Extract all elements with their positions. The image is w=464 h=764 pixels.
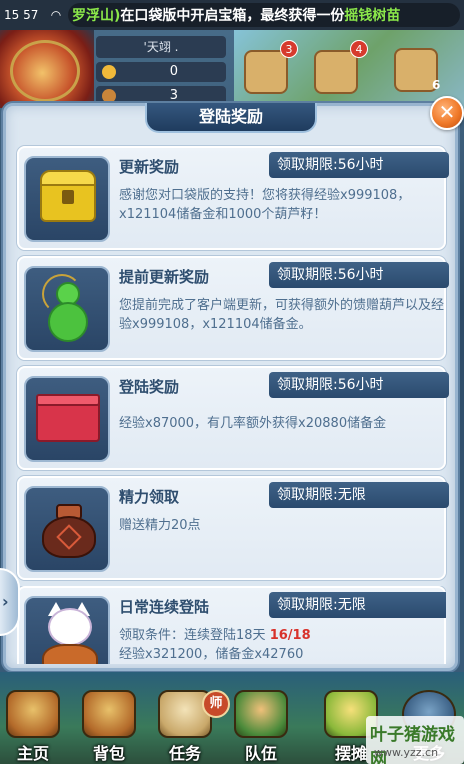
hero-portrait[interactable]: [0, 30, 94, 108]
lucky-cat-icon: [24, 596, 110, 664]
gold-chest-icon: [24, 156, 110, 242]
reward-card-early-update[interactable]: 提前更新奖励 领取期限:56小时 您提前完成了客户端更新，可获得额外的馈赠葫芦以…: [17, 256, 449, 360]
reward-description: 经验x87000，有几率额外获得x20880储备金: [119, 416, 387, 431]
site-watermark: 叶子猪游戏网 www.yzz.cn: [366, 716, 464, 764]
coin-icon: [102, 65, 116, 79]
side-expand-handle[interactable]: ›: [0, 568, 20, 636]
close-button[interactable]: ✕: [430, 96, 464, 130]
treasure-badge: 4: [350, 40, 368, 58]
reward-title: 更新奖励: [119, 158, 180, 176]
item-value: 3: [169, 88, 178, 103]
red-chest-icon: [24, 376, 110, 462]
home-icon: [6, 690, 60, 738]
nav-team[interactable]: 队伍: [228, 690, 294, 764]
nav-label: 主页: [16, 744, 49, 763]
reward-deadline: 领取期限:无限: [269, 592, 446, 618]
chevron-right-icon: ›: [2, 592, 9, 611]
reward-title: 精力领取: [119, 488, 180, 506]
master-badge[interactable]: 师: [202, 690, 230, 718]
reward-card-energy[interactable]: 精力领取 领取期限:无限 赠送精力20点: [17, 476, 449, 580]
nav-backpack[interactable]: 背包: [76, 690, 142, 764]
currency-value: 0: [169, 64, 178, 79]
reward-description: 领取条件：连续登陆18天 16/18 经验x321200，储备金x42760: [119, 626, 444, 664]
nav-label: 队伍: [244, 744, 277, 763]
reward-description: 您提前完成了客户端更新，可获得额外的馈赠葫芦以及经验x999108，x12110…: [119, 298, 445, 332]
nav-label: 任务: [168, 744, 201, 763]
status-time: 15 57: [4, 8, 39, 22]
wine-jar-icon: [24, 486, 110, 572]
reward-deadline: 领取期限:56小时: [269, 262, 449, 288]
reward-description: 赠送精力20点: [119, 518, 201, 533]
team-icon: [234, 690, 288, 738]
broadcast-place: 罗浮山): [72, 8, 121, 24]
reward-deadline: 领取期限:无限: [269, 482, 449, 508]
nav-label: 背包: [92, 744, 125, 763]
treasure-activity-icon[interactable]: [314, 50, 358, 94]
reward-amount: 经验x321200，储备金x42760: [119, 647, 304, 662]
reward-title: 提前更新奖励: [119, 268, 210, 286]
close-icon: ✕: [438, 100, 456, 124]
reward-description: 感谢您对口袋版的支持！您将获得经验x999108，x121104储备金和1000…: [119, 188, 411, 222]
bag-icon: [102, 89, 116, 103]
reward-title: 日常连续登陆: [119, 598, 210, 616]
reward-title: 登陆奖励: [119, 378, 180, 396]
reward-condition: 领取条件：连续登陆18天: [119, 628, 266, 643]
reward-card-update[interactable]: 更新奖励 领取期限:56小时 感谢您对口袋版的支持！您将获得经验x999108，…: [17, 146, 449, 250]
broadcast-item: 摇钱树苗: [344, 8, 401, 24]
card-clip: 日常连续登陆 领取期限:无限 领取条件：连续登陆18天 16/18 经验x321…: [17, 586, 446, 664]
reward-card-daily-streak[interactable]: 日常连续登陆 领取期限:无限 领取条件：连续登陆18天 16/18 经验x321…: [17, 586, 446, 664]
reward-deadline: 领取期限:56小时: [269, 372, 449, 398]
reward-deadline: 领取期限:56小时: [269, 152, 449, 178]
nav-home[interactable]: 主页: [0, 690, 66, 764]
backpack-icon: [82, 690, 136, 738]
system-broadcast: 罗浮山) 在口袋版中开启宝箱，最终获得一份 摇钱树苗: [68, 3, 460, 27]
dialog-title: 登陆奖励: [145, 103, 317, 133]
broadcast-text: 在口袋版中开启宝箱，最终获得一份: [120, 8, 345, 24]
reward-card-login[interactable]: 登陆奖励 领取期限:56小时 经验x87000，有几率额外获得x20880储备金: [17, 366, 449, 470]
scroll-activity-icon[interactable]: [244, 50, 288, 94]
player-name: '天翊 .: [96, 36, 226, 58]
streak-progress: 16/18: [269, 628, 311, 643]
currency-row: 0: [96, 62, 226, 82]
activity-badge: 3: [280, 40, 298, 58]
gift-count: 6: [432, 78, 441, 92]
status-bar: 15 57 ◠ 罗浮山) 在口袋版中开启宝箱，最终获得一份 摇钱树苗: [0, 0, 464, 30]
watermark-url: www.yzz.cn: [374, 746, 439, 759]
green-gourd-icon: [24, 266, 110, 352]
wifi-icon: ◠: [50, 8, 62, 22]
